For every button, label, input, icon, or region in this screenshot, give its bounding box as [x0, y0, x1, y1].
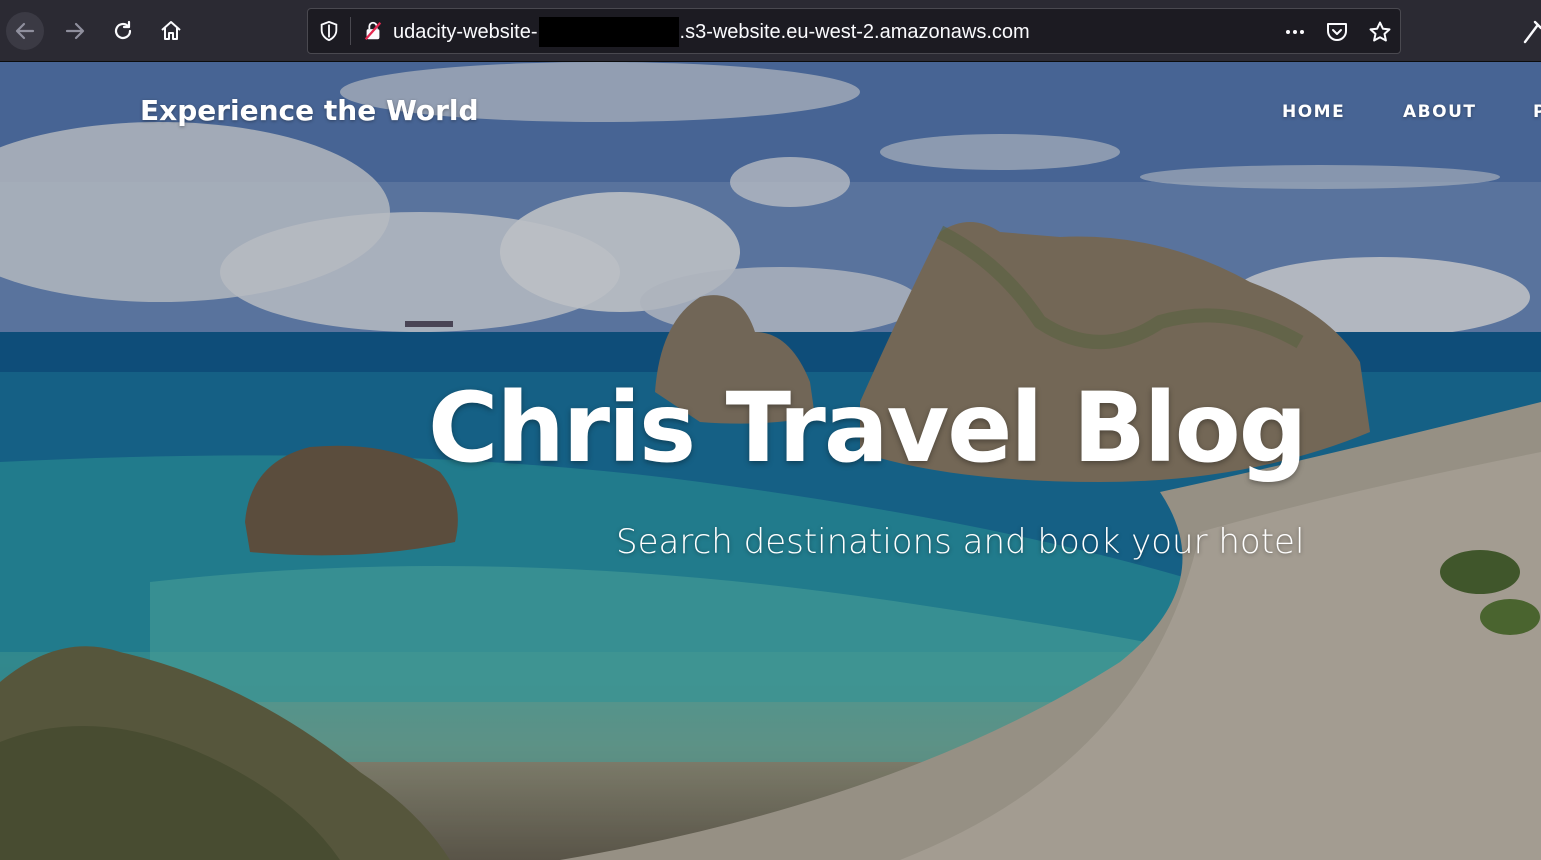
browser-toolbar: udacity-website- .s3-website.eu-west-2.a… [0, 0, 1541, 62]
nav-link-about[interactable]: ABOUT [1403, 102, 1476, 122]
hero-section: Experience the World HOME ABOUT P Chris … [0, 62, 1541, 860]
nav-link-home[interactable]: HOME [1282, 102, 1345, 122]
url-suffix: .s3-website.eu-west-2.amazonaws.com [679, 21, 1030, 43]
arrow-left-icon [15, 22, 35, 40]
home-button[interactable] [152, 12, 190, 50]
shield-icon[interactable] [318, 20, 340, 42]
hero-title: Chris Travel Blog [428, 372, 1307, 484]
url-prefix: udacity-website- [393, 21, 538, 43]
url-bar[interactable]: udacity-website- .s3-website.eu-west-2.a… [307, 8, 1401, 54]
url-separator [350, 17, 351, 45]
nav-link-cutoff[interactable]: P [1533, 102, 1541, 122]
reload-icon [114, 20, 132, 40]
more-dots-icon[interactable] [1283, 20, 1307, 44]
forward-button[interactable] [56, 12, 94, 50]
reload-button[interactable] [104, 12, 142, 50]
arrow-right-icon [65, 22, 85, 40]
hero-subtitle: Search destinations and book your hotel [616, 522, 1305, 562]
site-brand[interactable]: Experience the World [140, 94, 479, 127]
pocket-icon[interactable] [1325, 20, 1349, 44]
star-icon[interactable] [1368, 20, 1392, 44]
tools-icon[interactable] [1521, 18, 1541, 44]
back-button[interactable] [6, 12, 44, 50]
redacted-block [538, 17, 679, 47]
url-text[interactable]: udacity-website- .s3-website.eu-west-2.a… [393, 17, 1030, 47]
insecure-lock-icon[interactable] [362, 20, 384, 42]
home-icon [161, 21, 181, 40]
